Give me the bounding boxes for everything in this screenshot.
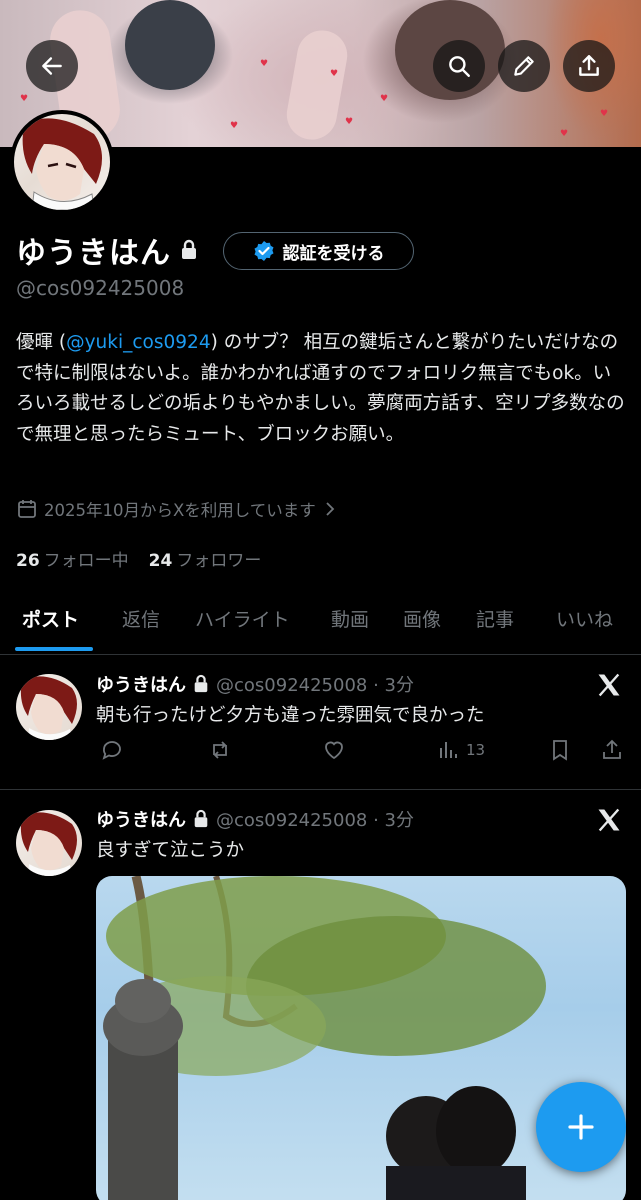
bookmark-icon <box>553 740 567 761</box>
x-logo-icon <box>598 808 620 832</box>
banner-heart: ♥ <box>330 69 339 79</box>
x-logo-icon <box>598 673 620 697</box>
post-avatar-illustration <box>20 676 77 740</box>
banner-heart: ♥ <box>20 94 29 104</box>
banner-heart: ♥ <box>260 59 269 69</box>
profile-avatar[interactable] <box>10 110 114 214</box>
tab-articles[interactable]: 記事 <box>476 605 514 632</box>
tab-highlights[interactable]: ハイライト <box>195 605 290 632</box>
profile-name-row: ゆうきはん <box>16 228 199 272</box>
post-handle-time: @cos092425008 · 3分 <box>216 675 414 696</box>
heart-icon <box>325 741 343 760</box>
tab-videos[interactable]: 動画 <box>331 605 369 632</box>
bar-chart-icon <box>440 742 457 758</box>
post-text: 良すぎて泣こうか <box>96 840 245 861</box>
banner-heart: ♥ <box>230 121 239 131</box>
follow-stats: 26 フォロー中 24 フォロワー <box>16 546 261 571</box>
post-header: ゆうきはん @cos092425008 · 3分 <box>96 671 414 697</box>
share-upload-icon <box>579 55 599 76</box>
arrow-left-icon <box>42 57 62 75</box>
verified-badge-icon <box>254 241 273 261</box>
joined-date-row[interactable]: 2025年10月からXを利用しています <box>16 497 338 521</box>
followers-label: フォロワー <box>176 551 262 571</box>
reply-icon <box>102 741 121 760</box>
tab-replies[interactable]: 返信 <box>122 605 160 632</box>
banner-hand-right <box>282 26 352 144</box>
post-divider <box>0 789 641 790</box>
post-avatar[interactable] <box>16 674 82 740</box>
plus-icon <box>568 1114 594 1140</box>
lock-icon <box>194 674 208 693</box>
reply-button[interactable] <box>100 738 124 762</box>
active-tab-indicator <box>15 647 93 651</box>
profile-tabs: ポスト 返信 ハイライト 動画 画像 記事 いいね <box>0 600 641 655</box>
profile-bio: 優暉 (@yuki_cos0924) のサブ？ 相互の鍵垢さんと繋がりたいだけな… <box>16 328 628 450</box>
avatar-illustration <box>22 118 103 210</box>
following-count: 26 <box>16 551 40 571</box>
display-name: ゆうきはん <box>16 236 171 271</box>
lock-icon <box>194 809 208 828</box>
post-author-name[interactable]: ゆうきはん <box>96 806 186 832</box>
post-author-name[interactable]: ゆうきはん <box>96 671 186 697</box>
compose-post-button[interactable] <box>536 1082 626 1172</box>
banner-heart: ♥ <box>380 94 389 104</box>
bio-text-start: 優暉 ( <box>16 332 67 353</box>
share-post-button[interactable] <box>600 738 624 762</box>
followers-link[interactable]: 24 フォロワー <box>149 546 262 571</box>
banner-heart: ♥ <box>560 129 569 139</box>
post-handle-time: @cos092425008 · 3分 <box>216 810 414 831</box>
following-link[interactable]: 26 フォロー中 <box>16 546 129 571</box>
tab-posts[interactable]: ポスト <box>22 605 79 632</box>
post-text: 朝も行ったけど夕方も違った雰囲気で良かった <box>96 705 485 726</box>
share-button[interactable] <box>563 40 615 92</box>
get-verified-label: 認証を受ける <box>282 243 385 264</box>
following-label: フォロー中 <box>43 551 129 571</box>
banner-heart: ♥ <box>345 117 354 127</box>
chevron-right-icon <box>326 502 335 516</box>
share-upload-icon <box>603 739 621 759</box>
banner-heart: ♥ <box>600 109 609 119</box>
edit-button[interactable] <box>498 40 550 92</box>
tab-likes[interactable]: いいね <box>556 605 613 632</box>
bookmark-button[interactable] <box>548 738 572 762</box>
search-icon <box>449 56 470 77</box>
tab-images[interactable]: 画像 <box>403 605 441 632</box>
calendar-icon <box>18 500 36 518</box>
repost-icon <box>213 741 227 759</box>
get-verified-button[interactable]: 認証を受ける <box>223 232 414 270</box>
pencil-icon <box>514 56 534 76</box>
search-button[interactable] <box>433 40 485 92</box>
view-count: 13 <box>466 741 486 759</box>
post-header: ゆうきはん @cos092425008 · 3分 <box>96 806 414 832</box>
profile-handle: @cos092425008 <box>16 276 185 300</box>
lock-icon <box>182 239 196 259</box>
post-actions: 13 <box>96 738 626 768</box>
back-button[interactable] <box>26 40 78 92</box>
repost-button[interactable] <box>208 738 232 762</box>
post-avatar[interactable] <box>16 810 82 876</box>
followers-count: 24 <box>148 551 173 571</box>
views-button[interactable]: 13 <box>436 738 485 762</box>
joined-date-text: 2025年10月からXを利用しています <box>44 501 316 520</box>
bio-mention-link[interactable]: @yuki_cos0924 <box>66 332 211 353</box>
like-button[interactable] <box>322 738 346 762</box>
post-avatar-illustration <box>20 812 77 876</box>
banner-doll-left <box>125 0 215 90</box>
